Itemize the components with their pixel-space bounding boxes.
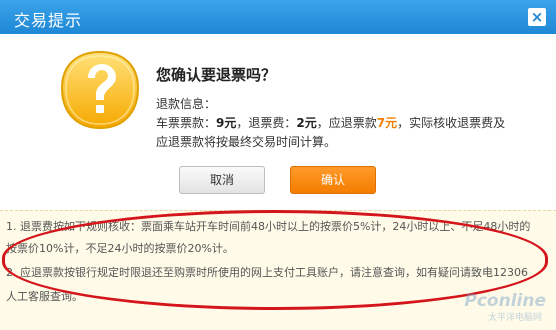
ticket-fee-label: 车票票款： — [156, 116, 217, 130]
close-button[interactable]: × — [528, 8, 546, 26]
refund-fee-line: 车票票款：9元，退票费：2元，应退票款7元，实际核收退票费及 — [156, 114, 505, 131]
dialog-titlebar: 交易提示 × — [0, 0, 556, 34]
refund-amount-value: 7元 — [376, 116, 398, 130]
refund-fee-label: ，退票费： — [236, 116, 297, 130]
confirm-button[interactable]: 确认 — [290, 166, 376, 194]
watermark-brand: Pconline — [464, 291, 546, 311]
fee-line-tail: ，实际核收退票费及 — [397, 116, 506, 130]
ticket-fee-value: 9元 — [216, 116, 237, 130]
refund-calc-note: 应退票款将按最终交易时间计算。 — [156, 135, 337, 149]
dialog-title: 交易提示 — [14, 11, 83, 30]
cancel-button[interactable]: 取消 — [179, 166, 265, 194]
refund-amount-label: ，应退票款 — [316, 116, 377, 130]
refund-fee-value: 2元 — [296, 116, 317, 130]
close-icon: × — [530, 8, 544, 26]
refund-question: 您确认要退票吗？ — [156, 66, 277, 84]
question-mark-icon — [60, 50, 140, 130]
refund-confirm-dialog: 交易提示 × 您确认要退票吗？ 退款信息： 车票票款：9元，退票费：2元，应退票… — [0, 0, 556, 330]
watermark-sub: 太平洋电脑网 — [487, 313, 542, 323]
refund-info-label: 退款信息： — [156, 97, 217, 111]
